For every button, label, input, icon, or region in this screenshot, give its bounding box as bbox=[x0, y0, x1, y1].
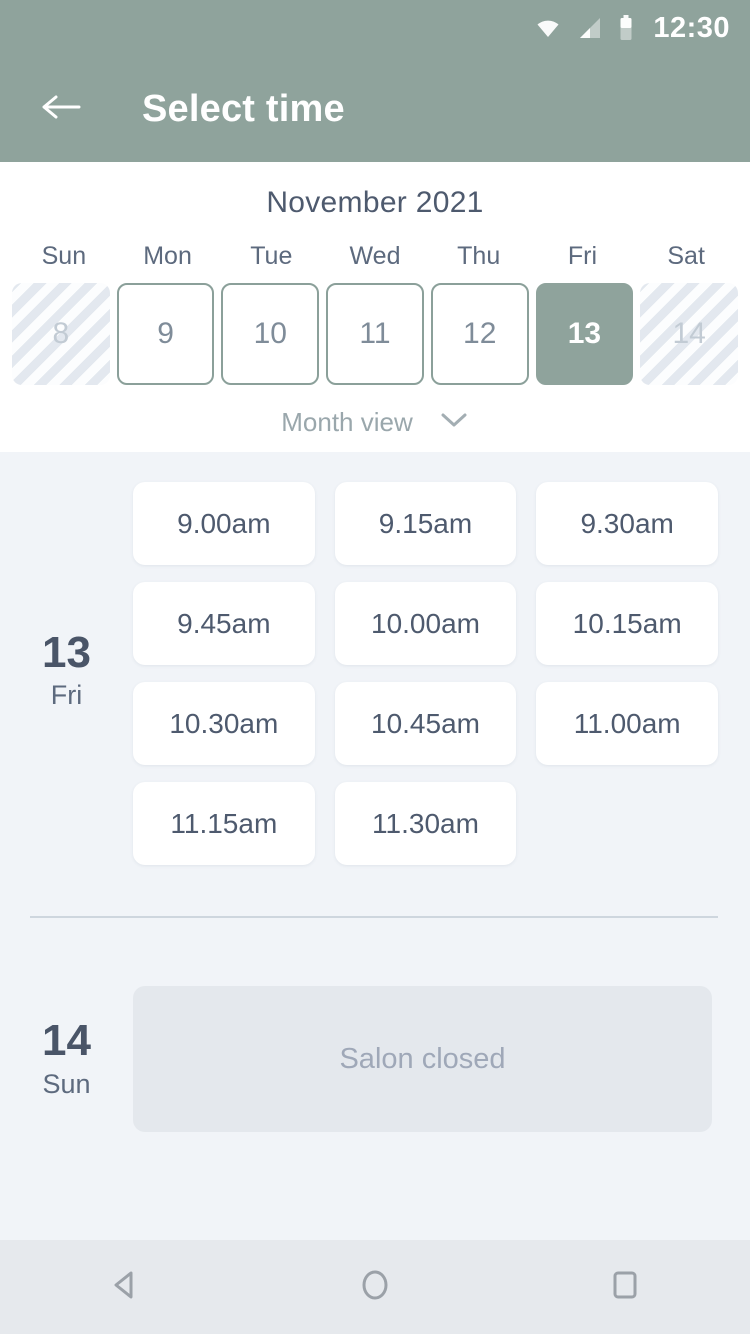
calendar-days-row: 8 9 10 11 12 13 14 bbox=[0, 283, 750, 385]
back-arrow-icon bbox=[39, 90, 83, 129]
calendar-panel: November 2021 Sun Mon Tue Wed Thu Fri Sa… bbox=[0, 162, 750, 452]
weekday-label: Mon bbox=[143, 242, 192, 270]
schedule-day-number: 14 bbox=[42, 1016, 91, 1066]
time-slot[interactable]: 10.00am bbox=[334, 582, 517, 665]
schedule-day-weekday: Sun bbox=[42, 1068, 91, 1099]
salon-closed-banner: Salon closed bbox=[133, 986, 712, 1132]
month-view-label: Month view bbox=[281, 407, 413, 437]
schedule-day-label: 14 Sun bbox=[0, 986, 133, 1132]
weekday-label: Fri bbox=[567, 242, 597, 270]
nav-back-button[interactable] bbox=[70, 1240, 180, 1334]
weekday-label: Thu bbox=[457, 242, 501, 270]
time-slot[interactable]: 11.30am bbox=[334, 782, 517, 865]
app-bar: Select time bbox=[0, 56, 750, 162]
calendar-day-9[interactable]: 9 bbox=[116, 283, 215, 385]
schedule-day-14: 14 Sun Salon closed bbox=[0, 986, 750, 1132]
cellular-signal-icon bbox=[577, 16, 603, 40]
weekday-label: Sat bbox=[667, 242, 705, 270]
time-slot[interactable]: 9.15am bbox=[334, 482, 517, 565]
chevron-down-icon bbox=[439, 411, 469, 434]
schedule-area: 13 Fri 9.00am 9.15am 9.30am 9.45am 10.00… bbox=[0, 452, 750, 1132]
weekday-header-row: Sun Mon Tue Wed Thu Fri Sat bbox=[0, 242, 750, 271]
calendar-day-13[interactable]: 13 bbox=[535, 283, 634, 385]
schedule-day-label: 13 Fri bbox=[0, 476, 133, 865]
nav-home-button[interactable] bbox=[320, 1240, 430, 1334]
schedule-day-13: 13 Fri 9.00am 9.15am 9.30am 9.45am 10.00… bbox=[0, 476, 750, 865]
status-bar-clock: 12:30 bbox=[653, 11, 730, 44]
battery-icon bbox=[617, 15, 635, 41]
weekday-label: Wed bbox=[349, 242, 401, 270]
calendar-day-12[interactable]: 12 bbox=[430, 283, 529, 385]
time-slot[interactable]: 10.30am bbox=[133, 682, 315, 765]
month-view-toggle[interactable]: Month view bbox=[0, 407, 750, 438]
weekday-label: Tue bbox=[250, 242, 293, 270]
time-slot[interactable]: 10.15am bbox=[536, 582, 718, 665]
weekday-label: Sun bbox=[41, 242, 87, 270]
time-slot[interactable]: 9.30am bbox=[536, 482, 718, 565]
time-slot[interactable]: 9.00am bbox=[133, 482, 315, 565]
calendar-day-10[interactable]: 10 bbox=[221, 283, 320, 385]
wifi-icon bbox=[533, 16, 563, 40]
time-slot[interactable]: 11.15am bbox=[133, 782, 315, 865]
calendar-month-title: November 2021 bbox=[266, 186, 484, 219]
nav-home-icon bbox=[355, 1265, 395, 1310]
section-divider bbox=[30, 916, 718, 918]
nav-recents-button[interactable] bbox=[570, 1240, 680, 1334]
time-slot-grid: 9.00am 9.15am 9.30am 9.45am 10.00am 10.1… bbox=[133, 476, 718, 865]
nav-back-icon bbox=[105, 1265, 145, 1310]
time-slot[interactable]: 10.45am bbox=[334, 682, 517, 765]
page-title: Select time bbox=[142, 87, 345, 130]
time-slot[interactable]: 9.45am bbox=[133, 582, 315, 665]
schedule-day-number: 13 bbox=[42, 627, 91, 677]
time-slot[interactable]: 11.00am bbox=[536, 682, 718, 765]
calendar-day-11[interactable]: 11 bbox=[326, 283, 424, 385]
status-bar: 12:30 bbox=[0, 0, 750, 56]
calendar-day-14: 14 bbox=[640, 283, 738, 385]
nav-recents-icon bbox=[605, 1265, 645, 1310]
back-button[interactable] bbox=[32, 80, 90, 138]
android-navigation-bar bbox=[0, 1240, 750, 1334]
calendar-day-8: 8 bbox=[12, 283, 110, 385]
schedule-day-weekday: Fri bbox=[50, 680, 83, 711]
